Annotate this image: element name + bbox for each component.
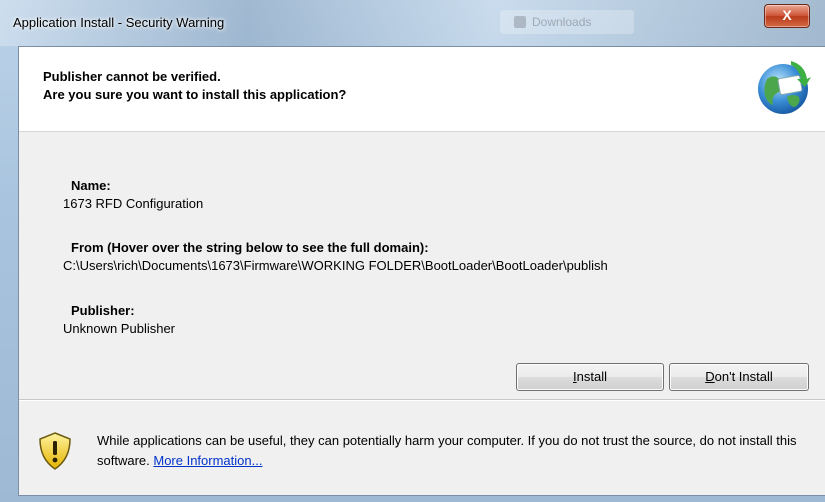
dont-install-mnemonic: D xyxy=(705,369,715,384)
dialog-client-area: Publisher cannot be verified. Are you su… xyxy=(18,46,825,496)
install-button[interactable]: Install xyxy=(516,363,664,391)
dont-install-button[interactable]: Don't Install xyxy=(669,363,809,391)
more-information-link[interactable]: More Information... xyxy=(153,453,262,468)
publisher-value: Unknown Publisher xyxy=(63,321,176,336)
background-window-tab: Downloads xyxy=(500,10,634,34)
dialog-header: Publisher cannot be verified. Are you su… xyxy=(19,47,825,132)
divider xyxy=(19,399,825,400)
folder-icon xyxy=(514,16,526,28)
from-value[interactable]: C:\Users\rich\Documents\1673\Firmware\WO… xyxy=(63,258,608,273)
publisher-label: Publisher: xyxy=(71,303,135,318)
dont-install-label: on't Install xyxy=(714,369,773,384)
warning-band: While applications can be useful, they c… xyxy=(19,401,825,495)
background-tab-label: Downloads xyxy=(532,15,592,29)
window-frame: Application Install - Security Warning D… xyxy=(0,0,825,502)
window-title: Application Install - Security Warning xyxy=(13,15,225,30)
close-button[interactable]: X xyxy=(764,4,810,28)
from-label: From (Hover over the string below to see… xyxy=(71,240,429,255)
name-value: 1673 RFD Configuration xyxy=(63,196,204,211)
warning-message: While applications can be useful, they c… xyxy=(97,431,813,471)
globe-install-icon xyxy=(758,61,811,114)
header-line2: Are you sure you want to install this ap… xyxy=(43,87,347,102)
install-label: nstall xyxy=(576,369,607,384)
name-label: Name: xyxy=(71,178,111,193)
shield-warning-icon xyxy=(39,432,71,470)
header-line1: Publisher cannot be verified. xyxy=(43,69,221,84)
